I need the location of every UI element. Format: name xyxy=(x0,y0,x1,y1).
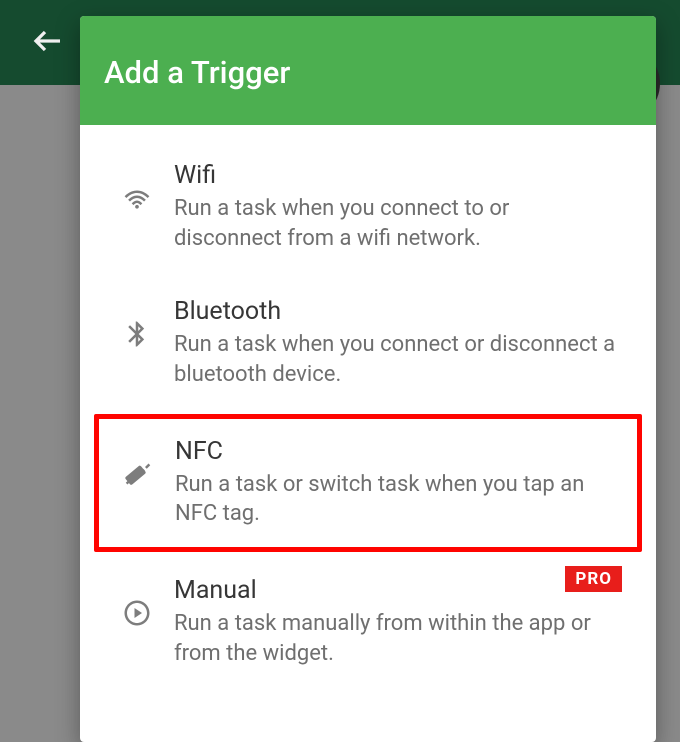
trigger-desc: Run a task or switch task when you tap a… xyxy=(175,470,622,529)
wifi-icon xyxy=(112,161,162,213)
trigger-item-nfc[interactable]: NFC Run a task or switch task when you t… xyxy=(94,414,642,552)
trigger-desc: Run a task when you connect to or discon… xyxy=(174,194,622,253)
dialog-title: Add a Trigger xyxy=(104,54,632,91)
trigger-title: Wifi xyxy=(174,161,622,190)
pro-badge: PRO xyxy=(565,566,622,592)
trigger-item-wifi[interactable]: Wifi Run a task when you connect to or d… xyxy=(94,141,642,273)
trigger-title: NFC xyxy=(175,437,622,466)
trigger-item-bluetooth[interactable]: Bluetooth Run a task when you connect or… xyxy=(94,277,642,409)
trigger-list: Wifi Run a task when you connect to or d… xyxy=(80,125,656,742)
trigger-desc: Run a task manually from within the app … xyxy=(174,609,622,668)
trigger-item-manual[interactable]: PRO Manual Run a task manually from with… xyxy=(94,556,642,688)
add-trigger-dialog: Add a Trigger Wifi Run a task when you c… xyxy=(80,16,656,742)
back-icon[interactable] xyxy=(30,23,66,63)
trigger-title: Bluetooth xyxy=(174,297,622,326)
nfc-icon xyxy=(113,437,163,489)
dialog-header: Add a Trigger xyxy=(80,16,656,125)
trigger-desc: Run a task when you connect or disconnec… xyxy=(174,330,622,389)
bluetooth-icon xyxy=(112,297,162,349)
trigger-title: Manual xyxy=(174,576,622,605)
play-icon xyxy=(112,576,162,628)
